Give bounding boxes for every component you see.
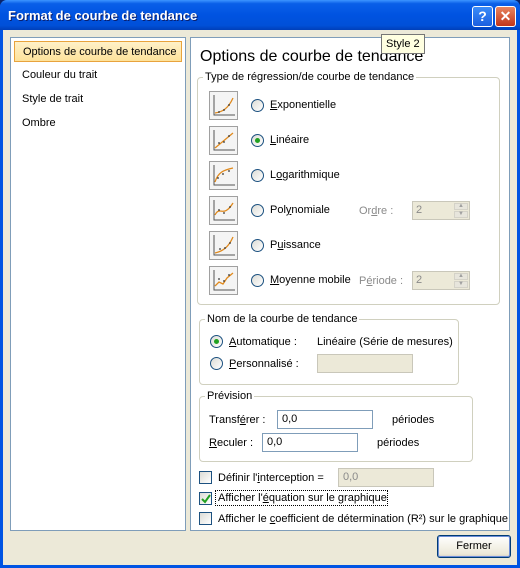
order-stepper[interactable]: 2 ▲ ▼ xyxy=(412,201,470,220)
dialog-body: Options de courbe de tendance Couleur du… xyxy=(3,30,517,565)
nav-item-line-style[interactable]: Style de trait xyxy=(14,89,182,110)
power-radio[interactable] xyxy=(251,239,264,252)
set-intercept-checkbox[interactable] xyxy=(199,471,212,484)
style-tooltip: Style 2 xyxy=(381,34,425,54)
period-value: 2 xyxy=(416,274,423,286)
dialog-window: Format de courbe de tendance ? ✕ Options… xyxy=(0,0,520,568)
linear-label: Linéaire xyxy=(270,134,310,146)
order-value: 2 xyxy=(416,204,423,216)
forward-label: Transférer : xyxy=(209,414,266,426)
intercept-field[interactable]: 0,0 xyxy=(338,468,434,487)
show-equation-label: Afficher l'équation sur le graphique xyxy=(218,492,387,504)
category-list: Options de courbe de tendance Couleur du… xyxy=(10,37,186,531)
moving-average-label: Moyenne mobile xyxy=(270,274,351,286)
custom-name-radio[interactable] xyxy=(210,357,223,370)
exponential-radio[interactable] xyxy=(251,99,264,112)
custom-name-field[interactable] xyxy=(317,354,413,373)
backward-unit: périodes xyxy=(377,437,420,449)
nav-item-label: Style de trait xyxy=(22,93,84,105)
logarithmic-icon[interactable] xyxy=(209,161,238,190)
close-button[interactable]: Fermer xyxy=(437,535,511,558)
linear-radio[interactable] xyxy=(251,134,264,147)
forward-input[interactable]: 0,0 xyxy=(277,410,373,429)
polynomial-label: Polynomiale xyxy=(270,204,330,216)
polynomial-radio[interactable] xyxy=(251,204,264,217)
backward-label: Reculer : xyxy=(209,437,254,449)
nav-item-label: Couleur du trait xyxy=(22,69,98,81)
title-bar[interactable]: Format de courbe de tendance ? ✕ xyxy=(0,0,520,30)
nav-item-line-color[interactable]: Couleur du trait xyxy=(14,65,182,86)
forward-unit: périodes xyxy=(392,414,435,426)
nav-item-shadow[interactable]: Ombre xyxy=(14,113,182,134)
logarithmic-label: Logarithmique xyxy=(270,169,340,181)
show-r-squared-checkbox[interactable] xyxy=(199,512,212,525)
custom-name-label: Personnalisé : xyxy=(229,358,299,370)
period-label: Période : xyxy=(359,275,404,287)
logarithmic-radio[interactable] xyxy=(251,169,264,182)
options-panel: Options de courbe de tendance Type de ré… xyxy=(190,37,510,531)
spin-up-icon[interactable]: ▲ xyxy=(454,203,468,210)
power-label: Puissance xyxy=(270,239,321,251)
automatic-name-radio[interactable] xyxy=(210,335,223,348)
show-r-squared-label: Afficher le coefficient de détermination… xyxy=(218,513,509,525)
power-icon[interactable] xyxy=(209,231,238,260)
automatic-name-label: Automatique : xyxy=(229,336,297,348)
nav-item-label: Ombre xyxy=(22,117,56,129)
backward-input[interactable]: 0,0 xyxy=(262,433,358,452)
regression-type-legend: Type de régression/de courbe de tendance xyxy=(205,71,415,83)
order-label: Ordre : xyxy=(359,205,394,217)
forecast-legend: Prévision xyxy=(207,390,253,402)
trendline-name-legend: Nom de la courbe de tendance xyxy=(207,313,358,325)
spin-down-icon[interactable]: ▼ xyxy=(454,281,468,288)
trendline-name-group: Nom de la courbe de tendance xyxy=(199,313,459,385)
nav-item-label: Options de courbe de tendance xyxy=(23,46,177,58)
automatic-name-value: Linéaire (Série de mesures) xyxy=(317,336,453,348)
exponential-icon[interactable] xyxy=(209,91,238,120)
show-equation-checkbox[interactable] xyxy=(199,492,212,505)
linear-icon[interactable] xyxy=(209,126,238,155)
moving-average-icon[interactable] xyxy=(209,266,238,295)
exponential-label: Exponentielle xyxy=(270,99,337,111)
regression-type-group: Type de régression/de courbe de tendance xyxy=(197,71,500,305)
spin-down-icon[interactable]: ▼ xyxy=(454,211,468,218)
close-window-button[interactable]: ✕ xyxy=(495,6,516,27)
help-button[interactable]: ? xyxy=(472,6,493,27)
spin-up-icon[interactable]: ▲ xyxy=(454,273,468,280)
window-title: Format de courbe de tendance xyxy=(8,8,198,23)
nav-item-trendline-options[interactable]: Options de courbe de tendance xyxy=(14,41,182,62)
checkmark-icon xyxy=(201,494,211,504)
moving-average-radio[interactable] xyxy=(251,274,264,287)
polynomial-icon[interactable] xyxy=(209,196,238,225)
period-stepper[interactable]: 2 ▲ ▼ xyxy=(412,271,470,290)
set-intercept-label: Définir l'interception = xyxy=(218,472,324,484)
